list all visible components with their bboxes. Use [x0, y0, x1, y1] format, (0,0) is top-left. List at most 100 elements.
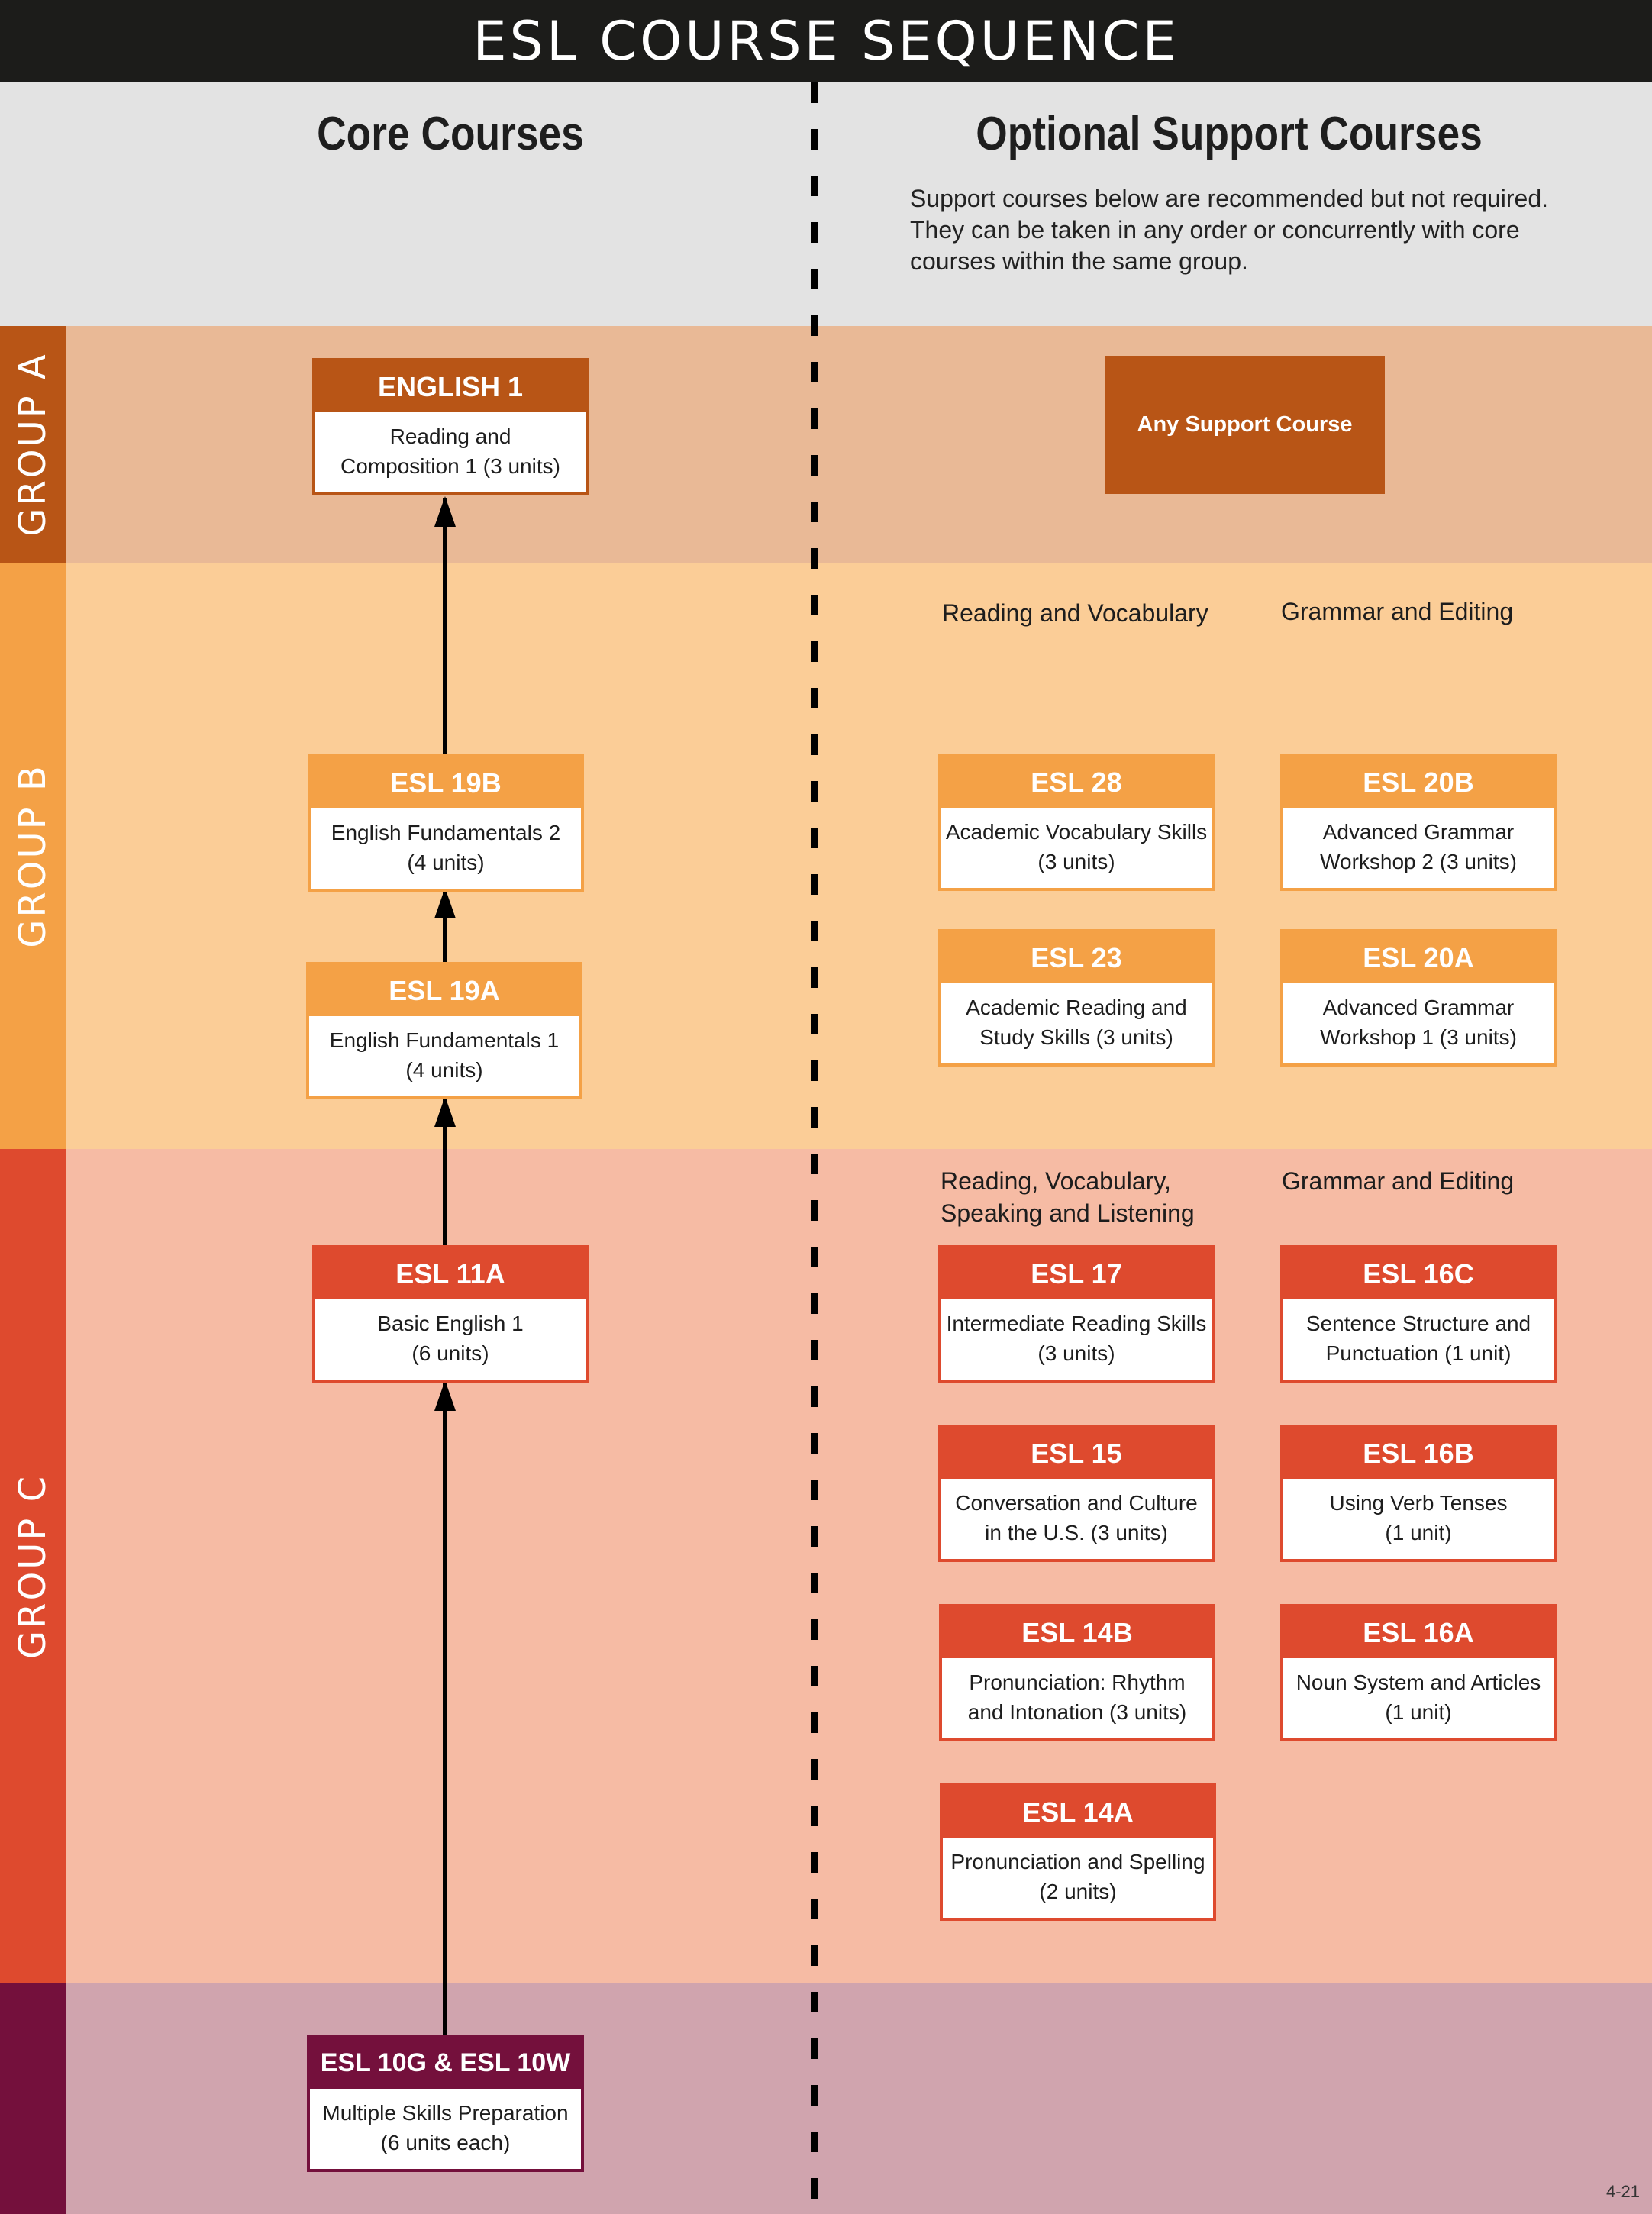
desc-line: Study Skills (3 units)	[979, 1025, 1173, 1049]
course-code: ESL 17	[941, 1248, 1212, 1299]
course-description: Academic Vocabulary Skills (3 units)	[941, 808, 1212, 888]
course-card-esl-14a[interactable]: ESL 14A Pronunciation and Spelling (2 un…	[940, 1783, 1216, 1921]
arrow-up-icon	[434, 496, 456, 527]
desc-line: Pronunciation and Spelling	[950, 1850, 1205, 1874]
desc-line: (4 units)	[405, 1058, 483, 1082]
course-code: ESL 19B	[311, 757, 581, 808]
desc-line: (1 unit)	[1385, 1700, 1452, 1724]
desc-line: Noun System and Articles	[1295, 1670, 1541, 1694]
arrow-up-icon	[434, 1096, 456, 1127]
course-card-english-1[interactable]: ENGLISH 1 Reading and Composition 1 (3 u…	[312, 358, 589, 495]
desc-line: (2 units)	[1039, 1880, 1117, 1903]
course-code: ESL 15	[941, 1428, 1212, 1479]
course-code: ESL 11A	[315, 1248, 586, 1299]
optional-support-heading: Optional Support Courses	[976, 108, 1483, 160]
desc-line: (1 unit)	[1385, 1521, 1452, 1544]
group-b-label: GROUP B	[11, 763, 54, 948]
course-code: ESL 20A	[1283, 932, 1554, 983]
arrow-up-icon	[434, 888, 456, 918]
desc-line: Composition 1 (3 units)	[340, 454, 560, 478]
course-description: English Fundamentals 2 (4 units)	[311, 808, 581, 889]
desc-line: Sentence Structure and	[1305, 1312, 1531, 1335]
category-reading-vocabulary: Reading and Vocabulary	[942, 599, 1208, 627]
foundation-sidebar	[0, 1983, 66, 2214]
core-courses-heading: Core Courses	[317, 108, 584, 160]
desc-line: English Fundamentals 1	[329, 1028, 560, 1052]
course-description: Academic Reading and Study Skills (3 uni…	[941, 983, 1212, 1063]
course-description: Pronunciation and Spelling (2 units)	[943, 1838, 1213, 1918]
course-description: Sentence Structure and Punctuation (1 un…	[1283, 1299, 1554, 1380]
course-code: ESL 16C	[1283, 1248, 1554, 1299]
course-code: ESL 23	[941, 932, 1212, 983]
version-label: 4-21	[1605, 2182, 1640, 2201]
page-header: ESL COURSE SEQUENCE	[0, 0, 1652, 82]
course-card-esl-16b[interactable]: ESL 16B Using Verb Tenses (1 unit)	[1280, 1425, 1557, 1562]
course-card-esl-14b[interactable]: ESL 14B Pronunciation: Rhythm and Intona…	[939, 1604, 1215, 1741]
category-reading-vocab-speaking-line1: Reading, Vocabulary,	[941, 1167, 1171, 1195]
desc-line: (3 units)	[1037, 850, 1115, 873]
course-code: ESL 19A	[309, 965, 579, 1016]
desc-line: Advanced Grammar	[1322, 820, 1515, 844]
course-code: ESL 10G & ESL 10W	[310, 2038, 581, 2089]
category-grammar-editing: Grammar and Editing	[1281, 598, 1514, 625]
course-card-esl-11a[interactable]: ESL 11A Basic English 1 (6 units)	[312, 1245, 589, 1383]
group-a-band: GROUP A	[0, 326, 1652, 563]
course-card-esl-16a[interactable]: ESL 16A Noun System and Articles (1 unit…	[1280, 1604, 1557, 1741]
course-card-esl-17[interactable]: ESL 17 Intermediate Reading Skills (3 un…	[938, 1245, 1215, 1383]
arrow-19b-to-english1	[434, 496, 456, 754]
course-description: Intermediate Reading Skills (3 units)	[941, 1299, 1212, 1380]
course-description: Pronunciation: Rhythm and Intonation (3 …	[942, 1658, 1212, 1738]
course-card-esl-19b[interactable]: ESL 19B English Fundamentals 2 (4 units)	[308, 754, 584, 892]
category-reading-vocab-speaking-line2: Speaking and Listening	[941, 1199, 1195, 1227]
arrow-10gw-to-11a	[434, 1380, 456, 2037]
arrow-19a-to-19b	[434, 888, 456, 962]
course-code: ESL 16B	[1283, 1428, 1554, 1479]
desc-line: (6 units each)	[380, 2131, 511, 2154]
course-card-esl-19a[interactable]: ESL 19A English Fundamentals 1 (4 units)	[306, 962, 582, 1099]
course-description: Noun System and Articles (1 unit)	[1283, 1658, 1554, 1738]
course-card-esl-28[interactable]: ESL 28 Academic Vocabulary Skills (3 uni…	[938, 754, 1215, 891]
foundation-band	[0, 1983, 1652, 2214]
category-grammar-editing: Grammar and Editing	[1282, 1167, 1515, 1195]
course-card-esl-23[interactable]: ESL 23 Academic Reading and Study Skills…	[938, 929, 1215, 1067]
any-support-course-box[interactable]: Any Support Course	[1105, 356, 1385, 494]
desc-line: (6 units)	[411, 1341, 489, 1365]
desc-line: in the U.S. (3 units)	[985, 1521, 1168, 1544]
course-card-esl-20b[interactable]: ESL 20B Advanced Grammar Workshop 2 (3 u…	[1280, 754, 1557, 891]
group-a-label: GROUP A	[11, 352, 54, 537]
desc-line: Punctuation (1 unit)	[1325, 1341, 1512, 1365]
course-code: ESL 14B	[942, 1607, 1212, 1658]
course-code: ESL 28	[941, 757, 1212, 808]
desc-line: Academic Vocabulary Skills	[945, 820, 1208, 844]
desc-line: Workshop 1 (3 units)	[1320, 1025, 1517, 1049]
course-code: ESL 16A	[1283, 1607, 1554, 1658]
desc-line: Workshop 2 (3 units)	[1320, 850, 1517, 873]
desc-line: Intermediate Reading Skills	[946, 1312, 1207, 1335]
desc-line: Academic Reading and	[966, 996, 1187, 1019]
group-c-label: GROUP C	[11, 1473, 54, 1659]
course-card-esl-16c[interactable]: ESL 16C Sentence Structure and Punctuati…	[1280, 1245, 1557, 1383]
desc-line: Reading and	[389, 424, 511, 448]
group-b-sidebar: GROUP B	[0, 563, 66, 1149]
course-description: English Fundamentals 1 (4 units)	[309, 1016, 579, 1096]
arrow-up-icon	[434, 1380, 456, 1411]
desc-line: Advanced Grammar	[1322, 996, 1515, 1019]
course-card-esl-10g-10w[interactable]: ESL 10G & ESL 10W Multiple Skills Prepar…	[307, 2035, 584, 2172]
desc-line: (4 units)	[407, 850, 485, 874]
course-description: Conversation and Culture in the U.S. (3 …	[941, 1479, 1212, 1559]
course-card-esl-15[interactable]: ESL 15 Conversation and Culture in the U…	[938, 1425, 1215, 1562]
desc-line: Pronunciation: Rhythm	[969, 1670, 1186, 1694]
desc-line: (3 units)	[1037, 1341, 1115, 1365]
course-card-esl-20a[interactable]: ESL 20A Advanced Grammar Workshop 1 (3 u…	[1280, 929, 1557, 1067]
course-code: ENGLISH 1	[315, 361, 586, 412]
group-c-sidebar: GROUP C	[0, 1149, 66, 1983]
course-description: Advanced Grammar Workshop 1 (3 units)	[1283, 983, 1554, 1063]
group-a-sidebar: GROUP A	[0, 326, 66, 563]
course-description: Multiple Skills Preparation (6 units eac…	[310, 2089, 581, 2169]
course-code: ESL 14A	[943, 1786, 1213, 1838]
arrow-11a-to-19a	[434, 1096, 456, 1246]
course-description: Reading and Composition 1 (3 units)	[315, 412, 586, 492]
course-code: ESL 20B	[1283, 757, 1554, 808]
desc-line: Conversation and Culture	[955, 1491, 1198, 1515]
course-description: Using Verb Tenses (1 unit)	[1283, 1479, 1554, 1559]
